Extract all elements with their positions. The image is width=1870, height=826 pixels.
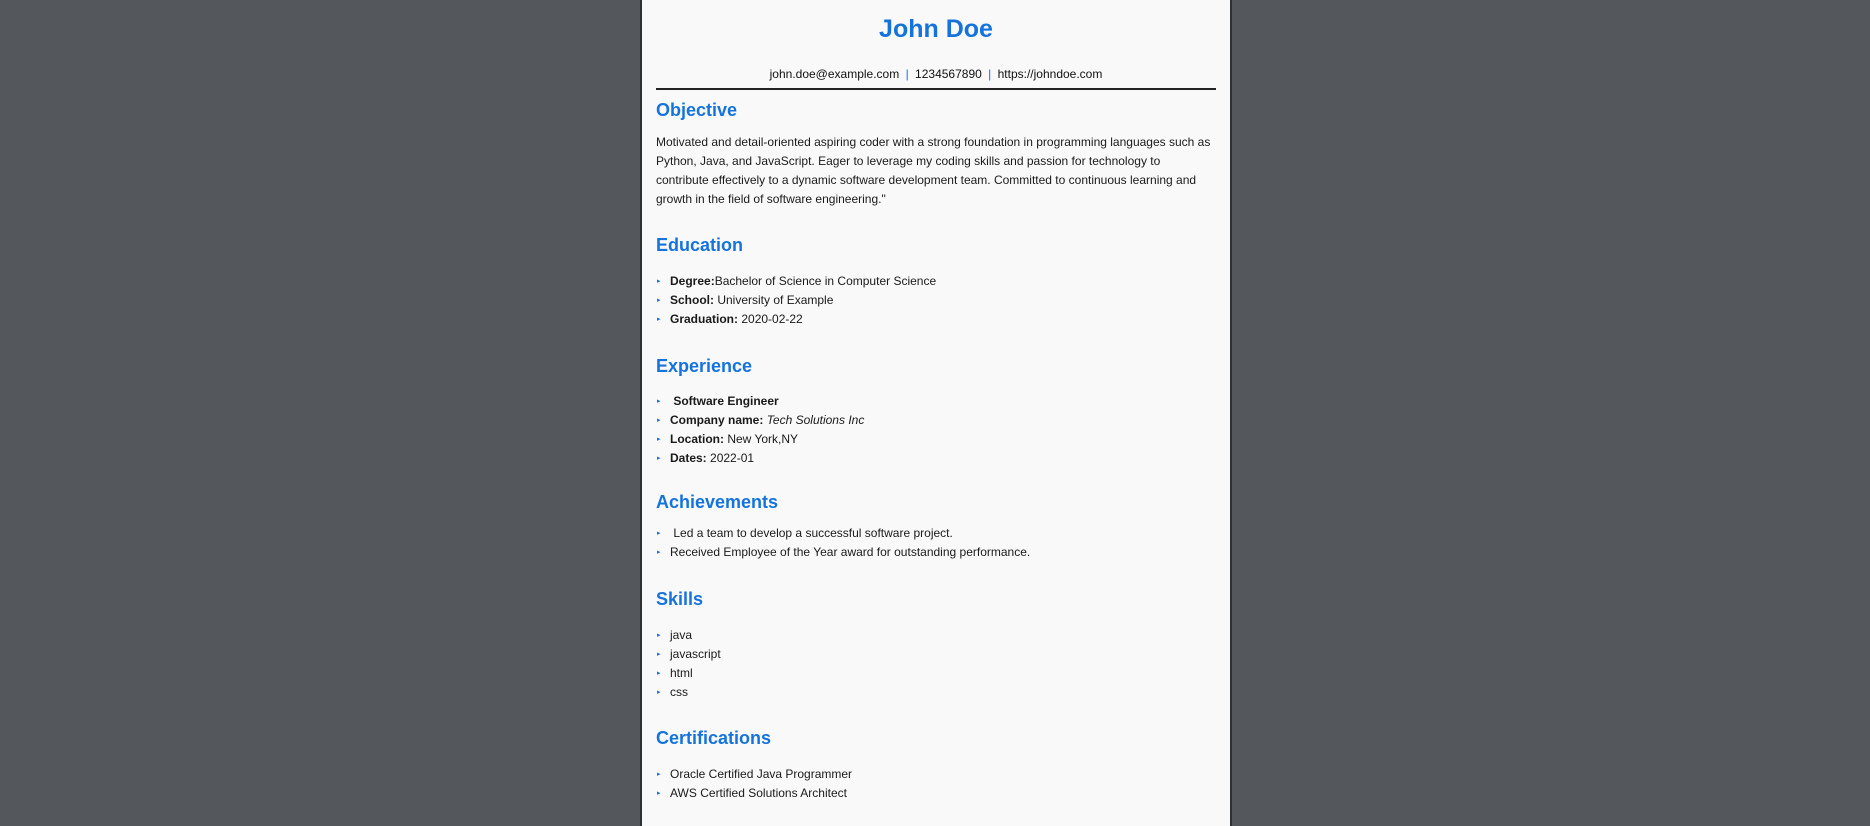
contact-separator: | xyxy=(905,67,909,81)
resume-page: John Doe john.doe@example.com | 12345678… xyxy=(640,0,1232,826)
education-list: ▸ Degree:Bachelor of Science in Computer… xyxy=(656,272,1216,329)
certification-text: AWS Certified Solutions Architect xyxy=(670,786,847,800)
company-label: Company name: xyxy=(670,413,764,427)
list-item: ▸ AWS Certified Solutions Architect xyxy=(656,784,1216,803)
list-item: ▸ Software Engineer xyxy=(656,392,1216,411)
dates-label: Dates: xyxy=(670,451,707,465)
list-item: ▸ Company name: Tech Solutions Inc xyxy=(656,411,1216,430)
list-item: ▸ Degree:Bachelor of Science in Computer… xyxy=(656,272,1216,291)
education-heading: Education xyxy=(656,235,744,255)
certifications-list: ▸ Oracle Certified Java Programmer ▸ AWS… xyxy=(656,765,1216,803)
graduation-label: Graduation: xyxy=(670,312,738,326)
contact-website: https://johndoe.com xyxy=(997,67,1103,81)
bullet-icon: ▸ xyxy=(657,670,661,677)
contact-email: john.doe@example.com xyxy=(769,67,900,81)
location-label: Location: xyxy=(670,432,724,446)
header-divider xyxy=(656,88,1216,90)
bullet-icon: ▸ xyxy=(657,689,661,696)
graduation-value: 2020-02-22 xyxy=(741,312,803,326)
list-item: ▸ Led a team to develop a successful sof… xyxy=(656,524,1216,543)
objective-text: Motivated and detail-oriented aspiring c… xyxy=(656,135,1211,206)
achievements-heading: Achievements xyxy=(656,492,779,512)
bullet-icon: ▸ xyxy=(657,530,661,537)
certification-text: Oracle Certified Java Programmer xyxy=(670,767,853,781)
list-item: ▸ School: University of Example xyxy=(656,291,1216,310)
certifications-heading: Certifications xyxy=(656,728,772,748)
bullet-icon: ▸ xyxy=(657,651,661,658)
achievements-list: ▸ Led a team to develop a successful sof… xyxy=(656,524,1216,562)
contact-phone: 1234567890 xyxy=(915,67,982,81)
bullet-icon: ▸ xyxy=(657,278,661,285)
list-item: ▸ Location: New York,NY xyxy=(656,430,1216,449)
skills-heading: Skills xyxy=(656,589,704,609)
contact-line: john.doe@example.com | 1234567890 | http… xyxy=(656,66,1216,82)
dates-value: 2022-01 xyxy=(710,451,755,465)
skill-text: java xyxy=(670,628,693,642)
experience-heading: Experience xyxy=(656,356,753,376)
contact-separator: | xyxy=(988,67,992,81)
objective-heading: Objective xyxy=(656,100,738,120)
bullet-icon: ▸ xyxy=(657,398,661,405)
school-label: School: xyxy=(670,293,714,307)
achievement-text: Received Employee of the Year award for … xyxy=(670,545,1031,559)
skills-list: ▸ java ▸ javascript ▸ html ▸ css xyxy=(656,626,1216,702)
job-title: Software Engineer xyxy=(673,394,779,408)
bullet-icon: ▸ xyxy=(657,632,661,639)
bullet-icon: ▸ xyxy=(657,417,661,424)
degree-label: Degree: xyxy=(670,274,715,288)
bullet-icon: ▸ xyxy=(657,790,661,797)
list-item: ▸ Dates: 2022-01 xyxy=(656,449,1216,468)
list-item: ▸ Received Employee of the Year award fo… xyxy=(656,543,1216,562)
list-item: ▸ java xyxy=(656,626,1216,645)
list-item: ▸ html xyxy=(656,664,1216,683)
school-value: University of Example xyxy=(717,293,834,307)
list-item: ▸ Oracle Certified Java Programmer xyxy=(656,765,1216,784)
bullet-icon: ▸ xyxy=(657,771,661,778)
list-item: ▸ Graduation: 2020-02-22 xyxy=(656,310,1216,329)
bullet-icon: ▸ xyxy=(657,316,661,323)
degree-value: Bachelor of Science in Computer Science xyxy=(714,274,937,288)
experience-list: ▸ Software Engineer ▸ Company name: Tech… xyxy=(656,392,1216,468)
list-item: ▸ css xyxy=(656,683,1216,702)
location-value: New York,NY xyxy=(727,432,799,446)
skill-text: html xyxy=(670,666,693,680)
bullet-icon: ▸ xyxy=(657,297,661,304)
skill-text: javascript xyxy=(670,647,721,661)
skill-text: css xyxy=(670,685,688,699)
bullet-icon: ▸ xyxy=(657,455,661,462)
company-value: Tech Solutions Inc xyxy=(766,413,865,427)
list-item: ▸ javascript xyxy=(656,645,1216,664)
bullet-icon: ▸ xyxy=(657,436,661,443)
achievement-text: Led a team to develop a successful softw… xyxy=(673,526,953,540)
bullet-icon: ▸ xyxy=(657,549,661,556)
resume-name: John Doe xyxy=(879,15,993,43)
